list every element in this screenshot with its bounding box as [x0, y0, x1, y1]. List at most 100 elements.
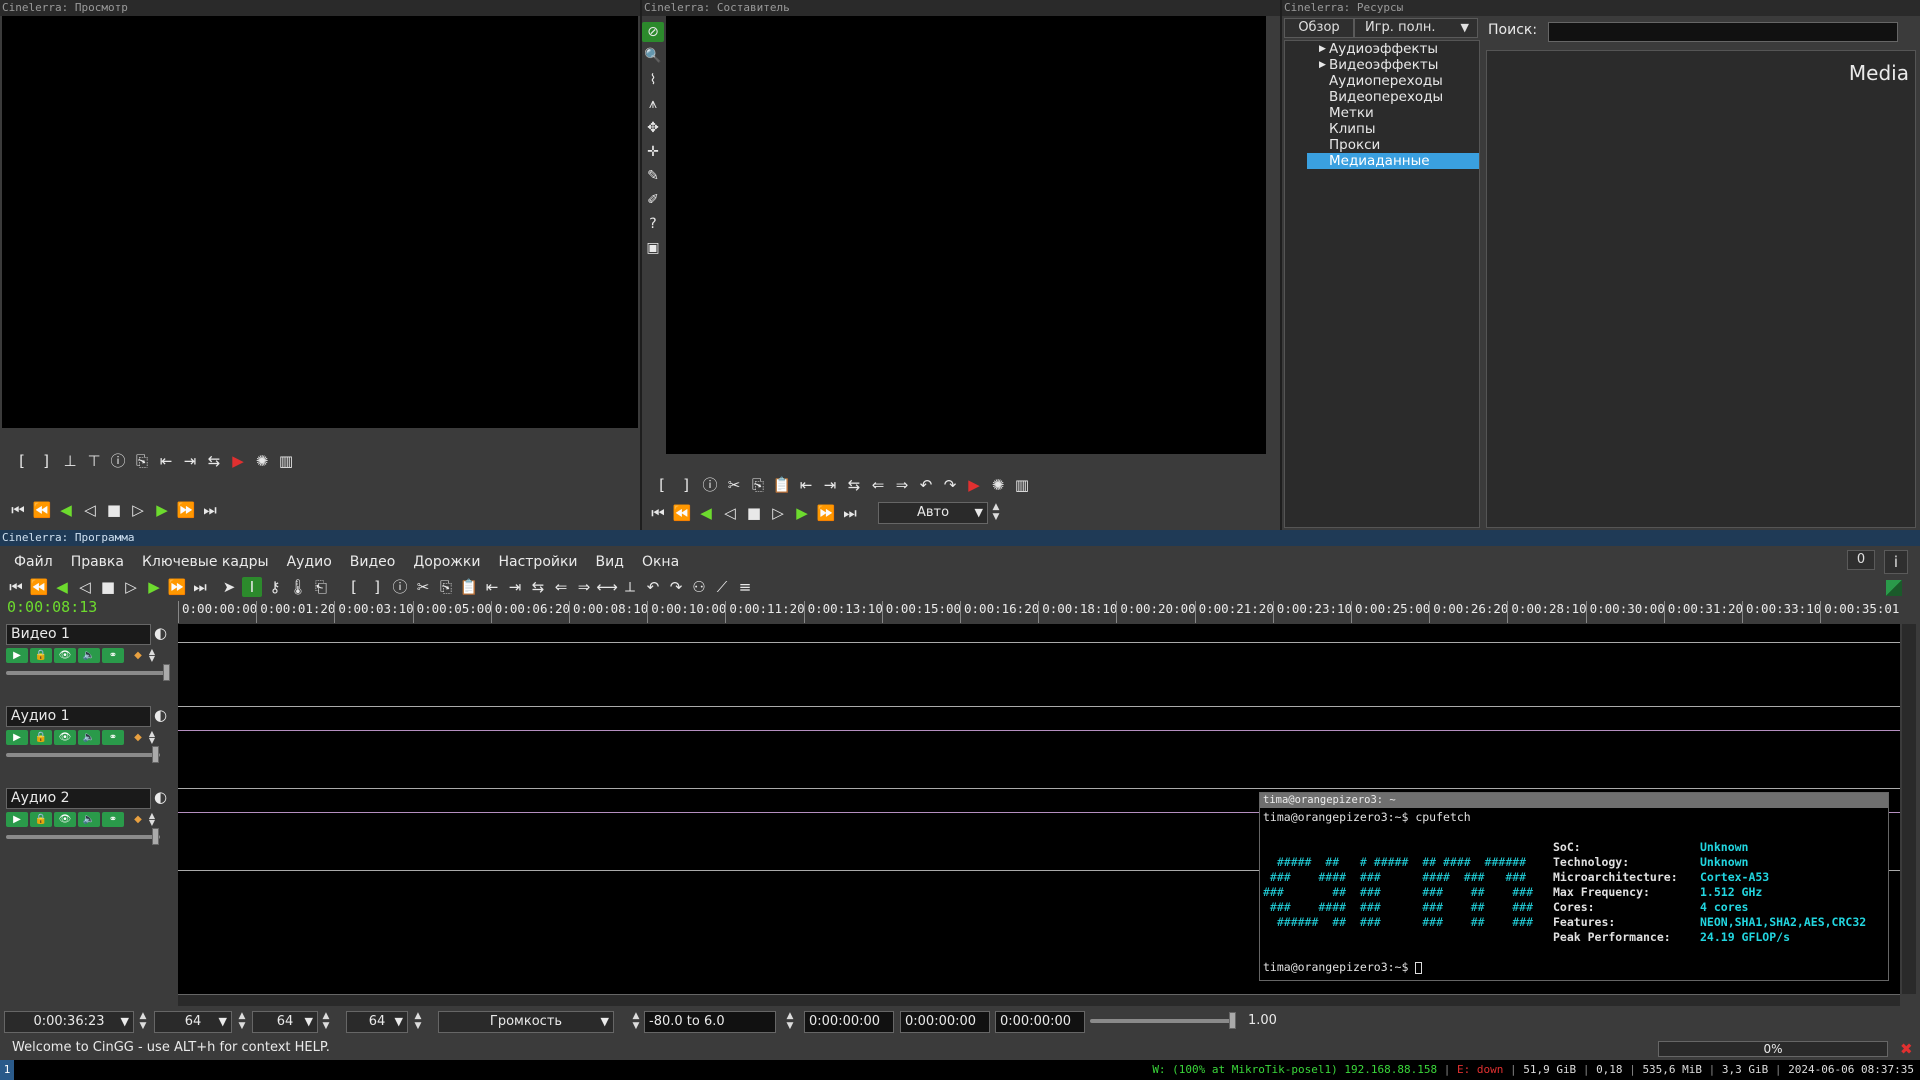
- folder-item[interactable]: Видеопереходы: [1307, 89, 1479, 105]
- eye-icon[interactable]: 👁: [54, 648, 76, 663]
- keyframe-dot-icon[interactable]: ◆: [132, 812, 144, 827]
- edit-next-icon[interactable]: ⇒: [574, 577, 594, 597]
- track-stepper[interactable]: ▲ ▼: [146, 812, 158, 827]
- redo-icon[interactable]: ↷: [666, 577, 686, 597]
- arrow-mode-icon[interactable]: ➤: [219, 577, 239, 597]
- track-fader-knob[interactable]: [163, 664, 170, 681]
- info-icon[interactable]: ⓘ: [700, 475, 720, 495]
- clip-icon[interactable]: ⎗: [311, 577, 331, 597]
- track-zoom-select[interactable]: 64 ▼: [346, 1011, 408, 1033]
- paste-icon[interactable]: 📋: [772, 475, 792, 495]
- frame-forward-icon[interactable]: ▷: [128, 500, 148, 520]
- menu-item[interactable]: Ключевые кадры: [142, 552, 269, 572]
- compositor-canvas[interactable]: [666, 16, 1266, 454]
- folder-item[interactable]: Прокси: [1307, 137, 1479, 153]
- zoom-stepper[interactable]: ▲ ▼: [990, 502, 1002, 524]
- track-fader-knob[interactable]: [152, 746, 159, 763]
- goto-end-icon[interactable]: ⏭: [200, 500, 220, 520]
- amp-zoom-stepper[interactable]: ▲ ▼: [320, 1011, 332, 1033]
- gang-icon[interactable]: ⚇: [689, 577, 709, 597]
- track-expand-icon[interactable]: ◐: [154, 624, 167, 642]
- viewer-canvas[interactable]: [2, 16, 638, 428]
- help-icon[interactable]: ?: [642, 214, 664, 234]
- copy-icon[interactable]: ⎘: [748, 475, 768, 495]
- label-prev-icon[interactable]: ⇤: [156, 451, 176, 471]
- play-reverse-icon[interactable]: ◀: [52, 577, 72, 597]
- label-next-icon[interactable]: ⇥: [505, 577, 525, 597]
- play-track-icon[interactable]: ▶: [6, 730, 28, 745]
- folder-item[interactable]: Клипы: [1307, 121, 1479, 137]
- fast-forward-icon[interactable]: ⏩: [816, 503, 836, 523]
- lock-icon[interactable]: 🔒: [30, 730, 52, 745]
- sample-zoom-select[interactable]: 64 ▼: [154, 1011, 232, 1033]
- mark-in-icon[interactable]: [: [652, 475, 672, 495]
- keyframe-icon[interactable]: ⚷: [265, 577, 285, 597]
- fit-time-icon[interactable]: ⟷: [596, 577, 618, 597]
- protect-icon[interactable]: ⊘: [642, 22, 664, 42]
- color-wheel-icon[interactable]: ✺: [988, 475, 1008, 495]
- track-expand-icon[interactable]: ◐: [154, 706, 167, 724]
- speed-slider[interactable]: [1090, 1012, 1236, 1029]
- frame-back-icon[interactable]: ◁: [80, 500, 100, 520]
- list-icon[interactable]: ≡: [735, 577, 755, 597]
- menu-item[interactable]: Файл: [14, 552, 53, 572]
- label-toggle-icon[interactable]: ⇆: [844, 475, 864, 495]
- frame-forward-icon[interactable]: ▷: [768, 503, 788, 523]
- info-icon[interactable]: ⓘ: [390, 577, 410, 597]
- track-fader-knob[interactable]: [152, 828, 159, 845]
- undo-icon[interactable]: ↶: [643, 577, 663, 597]
- redo-icon[interactable]: ↷: [940, 475, 960, 495]
- fast-rewind-icon[interactable]: ⏪: [672, 503, 692, 523]
- splice-icon[interactable]: ⊥: [60, 451, 80, 471]
- menu-item[interactable]: Окна: [642, 552, 679, 572]
- keyframe-dot-icon[interactable]: ◆: [132, 730, 144, 745]
- play-icon[interactable]: ▶: [792, 503, 812, 523]
- stop-icon[interactable]: ■: [98, 577, 118, 597]
- goto-end-icon[interactable]: ⏭: [840, 503, 860, 523]
- record-icon[interactable]: ▶: [228, 451, 248, 471]
- edit-prev-icon[interactable]: ⇐: [868, 475, 888, 495]
- zoom-icon[interactable]: 🔍: [642, 46, 664, 66]
- selection-length-field[interactable]: 0:00:00:00: [900, 1011, 990, 1033]
- label-toggle-icon[interactable]: ⇆: [528, 577, 548, 597]
- automation-range-field[interactable]: -80.0 to 6.0: [644, 1011, 776, 1033]
- label-next-icon[interactable]: ⇥: [180, 451, 200, 471]
- mark-out-icon[interactable]: ]: [36, 451, 56, 471]
- mute-icon[interactable]: 🔈: [78, 812, 100, 827]
- frame-back-icon[interactable]: ◁: [720, 503, 740, 523]
- menu-item[interactable]: Видео: [350, 552, 396, 572]
- gang-icon[interactable]: ⚭: [102, 648, 124, 663]
- label-next-icon[interactable]: ⇥: [820, 475, 840, 495]
- expand-arrow-icon[interactable]: ▶: [1319, 41, 1326, 57]
- automation-stepper[interactable]: ▲ ▼: [630, 1011, 642, 1033]
- mask-icon[interactable]: ⌇: [642, 70, 664, 90]
- timeline-ruler[interactable]: 0:00:00:00 0:00:01:20 0:00:03:10 0:00:05:00…: [178, 600, 1908, 624]
- mode-select[interactable]: Игр. полн. ▼: [1354, 18, 1478, 38]
- meters-icon[interactable]: ▥: [276, 451, 296, 471]
- ruler-icon[interactable]: ⩚: [642, 94, 664, 114]
- folder-item[interactable]: Аудиопереходы: [1307, 73, 1479, 89]
- track-expand-icon[interactable]: ◐: [154, 788, 167, 806]
- play-track-icon[interactable]: ▶: [6, 812, 28, 827]
- sample-zoom-stepper[interactable]: ▲ ▼: [236, 1011, 248, 1033]
- menu-item[interactable]: Аудио: [287, 552, 332, 572]
- range-stepper[interactable]: ▲ ▼: [784, 1011, 796, 1033]
- overwrite-icon[interactable]: ⊤: [84, 451, 104, 471]
- media-panel[interactable]: Media: [1486, 50, 1916, 528]
- frame-back-icon[interactable]: ◁: [75, 577, 95, 597]
- eyedropper-icon[interactable]: ✐: [642, 190, 664, 210]
- workspace-indicator[interactable]: 1: [0, 1060, 14, 1080]
- terminal-cursor[interactable]: [1415, 961, 1423, 974]
- eye-icon[interactable]: 👁: [54, 730, 76, 745]
- mark-out-icon[interactable]: ]: [367, 577, 387, 597]
- menu-item[interactable]: Настройки: [498, 552, 577, 572]
- undo-icon[interactable]: ↶: [916, 475, 936, 495]
- automation-type-select[interactable]: Громкость ▼: [438, 1011, 614, 1033]
- meters-icon[interactable]: ▥: [1012, 475, 1032, 495]
- mark-out-icon[interactable]: ]: [676, 475, 696, 495]
- gang-icon[interactable]: ⚭: [102, 730, 124, 745]
- edit-prev-icon[interactable]: ⇐: [551, 577, 571, 597]
- stop-icon[interactable]: ■: [744, 503, 764, 523]
- label-toggle-icon[interactable]: ⇆: [204, 451, 224, 471]
- duration-stepper[interactable]: ▲ ▼: [137, 1011, 149, 1033]
